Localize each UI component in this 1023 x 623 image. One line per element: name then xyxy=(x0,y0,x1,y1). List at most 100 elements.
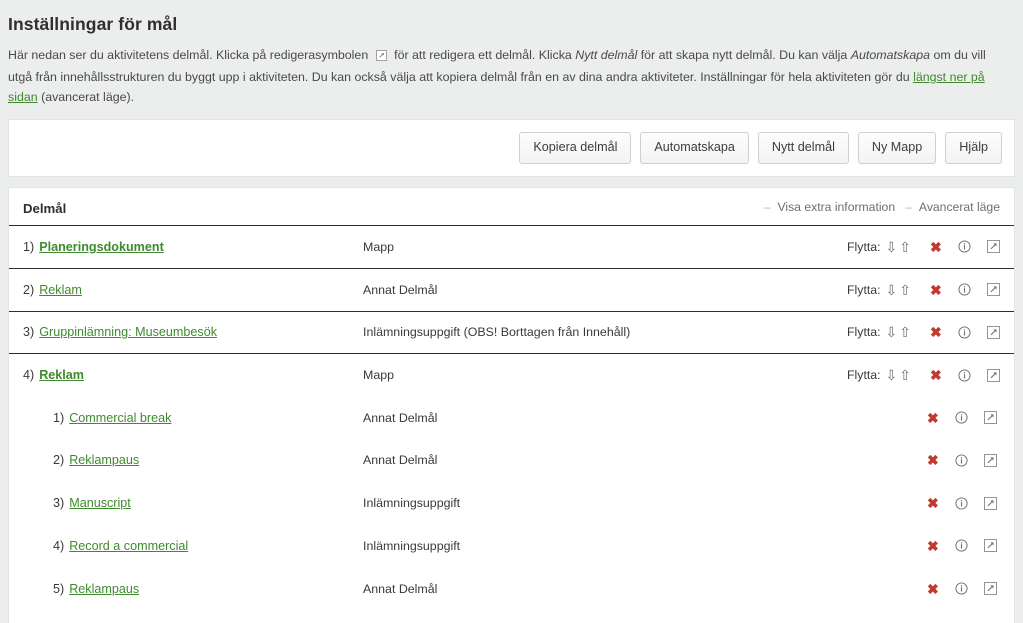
move-down-arrow-icon[interactable]: ⇩ xyxy=(886,240,898,254)
goal-link[interactable]: Reklam xyxy=(39,283,82,297)
table-row: 1) Commercial break Annat Delmål ✖ xyxy=(9,396,1014,439)
show-extra-info-link[interactable]: Visa extra information xyxy=(777,200,895,214)
move-up-arrow-icon[interactable]: ⇧ xyxy=(899,240,911,254)
goal-name-cell: 5) Reklampaus xyxy=(23,582,363,596)
delete-icon[interactable]: ✖ xyxy=(927,496,939,510)
new-folder-button[interactable]: Ny Mapp xyxy=(857,132,937,164)
goal-link[interactable]: Record a commercial xyxy=(69,539,188,553)
goal-type: Mapp xyxy=(363,239,394,254)
goal-link[interactable]: Gruppinlämning: Museumbesök xyxy=(39,325,217,339)
move-up-arrow-icon[interactable]: ⇧ xyxy=(899,283,911,297)
list-header: Delmål – Visa extra information – Avance… xyxy=(9,188,1014,225)
goal-name-cell: 4) Record a commercial xyxy=(23,539,363,553)
description-part-5: (avancerat läge). xyxy=(41,90,135,104)
goal-link[interactable]: Reklam xyxy=(39,368,84,382)
goal-link[interactable]: Planeringsdokument xyxy=(39,240,164,254)
edit-icon[interactable] xyxy=(986,368,1000,382)
goal-rows-container: 1) Planeringsdokument Mapp Flytta: ⇩ ⇧ ✖ 2) Rekl… xyxy=(9,225,1014,610)
info-icon[interactable] xyxy=(958,240,971,253)
table-row: 4) Record a commercial Inlämningsuppgift ✖ xyxy=(9,525,1014,568)
move-down-arrow-icon[interactable]: ⇩ xyxy=(886,325,898,339)
delete-icon[interactable]: ✖ xyxy=(927,411,939,425)
goal-type: Annat Delmål xyxy=(363,410,438,425)
row-actions: ✖ xyxy=(927,453,997,467)
help-button[interactable]: Hjälp xyxy=(945,132,1002,164)
edit-icon[interactable] xyxy=(983,411,997,425)
row-actions: ✖ xyxy=(930,368,1000,382)
table-row: 1) Planeringsdokument Mapp Flytta: ⇩ ⇧ ✖ xyxy=(9,225,1014,268)
row-index: 3) xyxy=(53,496,65,511)
description-part-3: för att skapa nytt delmål. Du kan välja xyxy=(640,48,848,62)
goal-type: Inlämningsuppgift (OBS! Borttagen från I… xyxy=(363,325,631,340)
info-icon[interactable] xyxy=(958,369,971,382)
row-index: 2) xyxy=(23,282,35,297)
goal-name-cell: 2) Reklampaus xyxy=(23,453,363,467)
info-icon[interactable] xyxy=(955,539,968,553)
info-icon[interactable] xyxy=(955,411,968,424)
goal-link[interactable]: Manuscript xyxy=(69,496,131,510)
description-part-2: för att redigera ett delmål. Klicka xyxy=(394,48,572,62)
delete-icon[interactable]: ✖ xyxy=(927,582,939,596)
list-header-links: – Visa extra information – Avancerat läg… xyxy=(764,200,1000,218)
row-index: 1) xyxy=(53,410,65,425)
delete-icon[interactable]: ✖ xyxy=(930,368,942,382)
delete-icon[interactable]: ✖ xyxy=(930,325,942,339)
new-goal-button[interactable]: Nytt delmål xyxy=(757,132,849,164)
goal-type: Annat Delmål xyxy=(363,581,438,596)
info-icon[interactable] xyxy=(955,582,968,595)
advanced-mode-link[interactable]: Avancerat läge xyxy=(919,200,1000,214)
edit-icon[interactable] xyxy=(983,539,997,553)
dash-separator-1: – xyxy=(763,200,771,214)
move-down-arrow-icon[interactable]: ⇩ xyxy=(886,368,898,382)
goal-link[interactable]: Commercial break xyxy=(69,411,171,425)
table-row: 2) Reklam Annat Delmål Flytta: ⇩ ⇧ ✖ xyxy=(9,267,1014,311)
goal-name-cell: 1) Commercial break xyxy=(23,411,363,425)
toolbar-panel: Kopiera delmål Automatskapa Nytt delmål … xyxy=(8,119,1015,177)
delete-icon[interactable]: ✖ xyxy=(927,539,939,553)
edit-icon xyxy=(375,47,387,67)
move-up-arrow-icon[interactable]: ⇧ xyxy=(899,325,911,339)
row-actions: ✖ xyxy=(927,496,997,510)
row-index: 4) xyxy=(23,368,35,383)
edit-icon[interactable] xyxy=(986,283,1000,297)
page-title: Inställningar för mål xyxy=(8,14,178,34)
move-down-arrow-icon[interactable]: ⇩ xyxy=(886,283,898,297)
goal-link[interactable]: Reklampaus xyxy=(69,453,139,467)
copy-goal-button[interactable]: Kopiera delmål xyxy=(519,132,632,164)
auto-create-button[interactable]: Automatskapa xyxy=(640,132,749,164)
goal-link[interactable]: Reklampaus xyxy=(69,582,139,596)
edit-icon[interactable] xyxy=(986,325,1000,339)
edit-icon[interactable] xyxy=(986,240,1000,254)
move-label: Flytta: xyxy=(847,368,881,383)
move-controls: Flytta: ⇩ ⇧ xyxy=(847,240,912,254)
description-italic-new-goal: Nytt delmål xyxy=(575,48,638,62)
row-index: 5) xyxy=(53,581,65,596)
goal-type: Inlämningsuppgift xyxy=(363,538,461,553)
edit-icon[interactable] xyxy=(983,496,997,510)
row-actions: ✖ xyxy=(930,240,1000,254)
table-row: 5) Reklampaus Annat Delmål ✖ xyxy=(9,567,1014,610)
delete-icon[interactable]: ✖ xyxy=(930,240,942,254)
row-actions: ✖ xyxy=(927,539,997,553)
move-up-arrow-icon[interactable]: ⇧ xyxy=(899,368,911,382)
info-icon[interactable] xyxy=(958,283,971,296)
goal-name-cell: 3) Gruppinlämning: Museumbesök xyxy=(23,325,363,339)
delete-icon[interactable]: ✖ xyxy=(927,453,939,467)
row-index: 4) xyxy=(53,538,65,553)
row-index: 2) xyxy=(53,453,65,468)
row-actions: ✖ xyxy=(927,411,997,425)
row-actions: ✖ xyxy=(927,582,997,596)
info-icon[interactable] xyxy=(958,326,971,339)
description-italic-auto-create: Automatskapa xyxy=(850,48,930,62)
table-row: 4) Reklam Mapp Flytta: ⇩ ⇧ ✖ xyxy=(9,353,1014,396)
goal-name-cell: 3) Manuscript xyxy=(23,496,363,510)
edit-icon[interactable] xyxy=(983,582,997,596)
info-icon[interactable] xyxy=(955,497,968,510)
edit-icon[interactable] xyxy=(983,453,997,467)
goal-type: Mapp xyxy=(363,368,394,383)
delete-icon[interactable]: ✖ xyxy=(930,283,942,297)
table-row: 2) Reklampaus Annat Delmål ✖ xyxy=(9,439,1014,482)
row-index: 1) xyxy=(23,239,35,254)
goal-name-cell: 4) Reklam xyxy=(23,368,363,382)
info-icon[interactable] xyxy=(955,454,968,467)
